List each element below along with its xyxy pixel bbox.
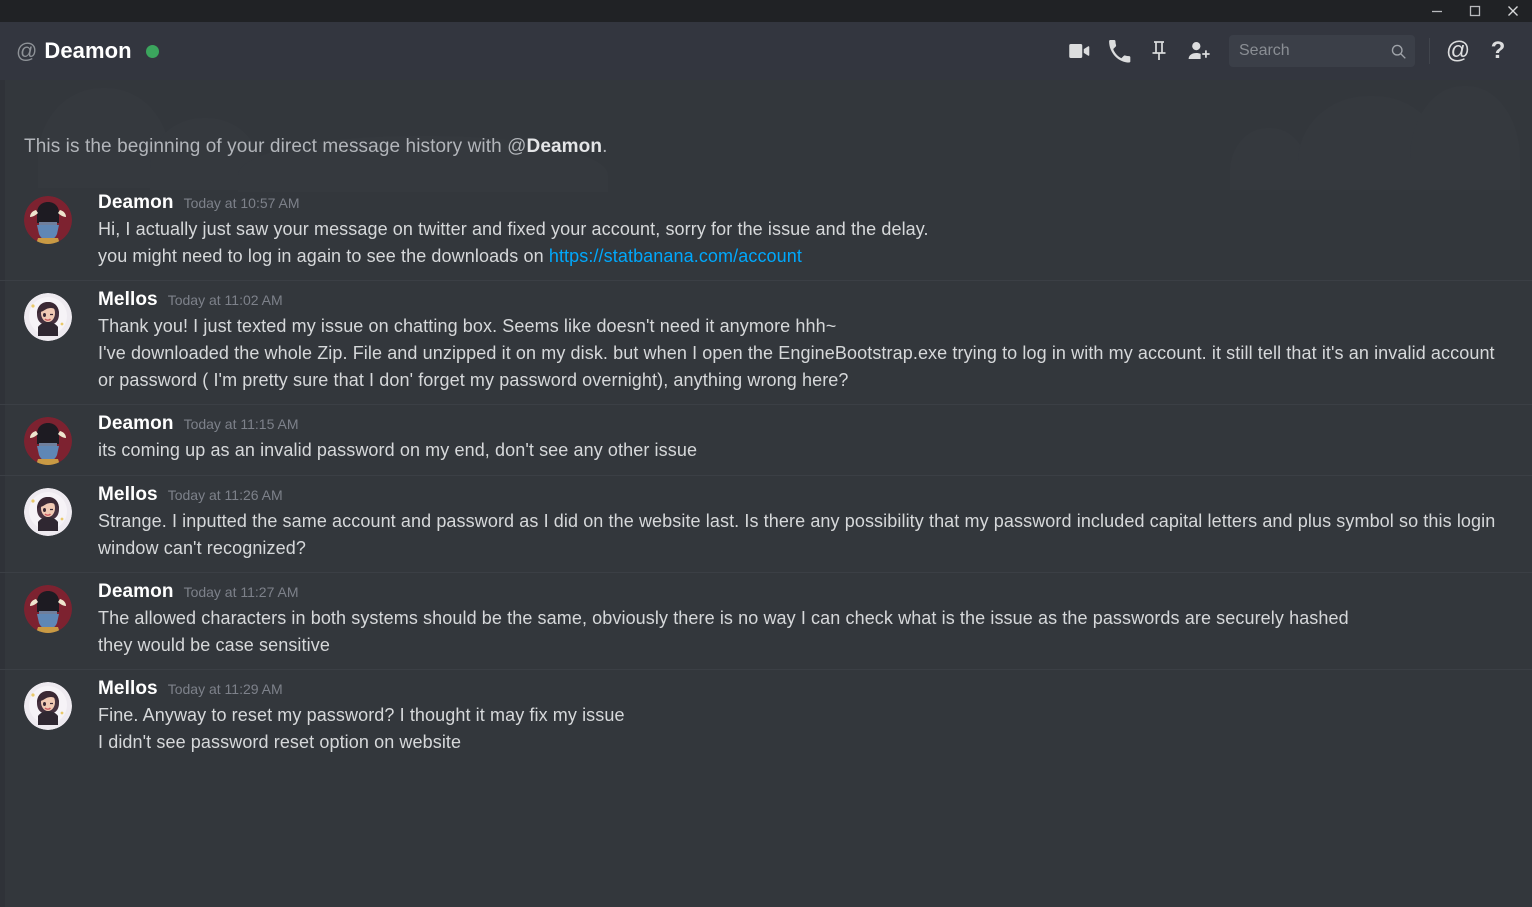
message-timestamp: Today at 11:29 AM — [167, 681, 283, 697]
avatar[interactable] — [24, 488, 72, 536]
avatar[interactable] — [24, 682, 72, 730]
message-timestamp: Today at 11:02 AM — [167, 292, 283, 308]
message-body: Mellos Today at 11:26 AM Strange. I inputt… — [98, 484, 1508, 562]
message-row: Deamon Today at 10:57 AM Hi, I actually ju… — [24, 192, 1508, 270]
message-timestamp: Today at 11:27 AM — [183, 584, 299, 600]
message-text-content: I didn't see password reset option on we… — [98, 732, 462, 752]
message-text: Thank you! I just texted my issue on cha… — [98, 313, 1508, 340]
message-text: they would be case sensitive — [98, 632, 1508, 659]
messages-container: Deamon Today at 10:57 AM Hi, I actually ju… — [0, 184, 1532, 766]
message-author[interactable]: Mellos — [98, 678, 158, 700]
message-text: I didn't see password reset option on we… — [98, 729, 1508, 756]
message-header: Mellos Today at 11:26 AM — [98, 484, 1508, 506]
message-group[interactable]: Mellos Today at 11:02 AM Thank you! I just… — [0, 280, 1532, 404]
background-decoration-left — [0, 80, 640, 192]
title-bar — [0, 0, 1532, 22]
message-text: its coming up as an invalid password on … — [98, 437, 1508, 464]
avatar[interactable] — [24, 293, 72, 341]
message-author[interactable]: Deamon — [98, 192, 174, 214]
message-text: I've downloaded the whole Zip. File and … — [98, 340, 1508, 394]
message-group[interactable]: Deamon Today at 11:27 AM The allowed chara… — [0, 572, 1532, 669]
message-row: Mellos Today at 11:26 AM Strange. I inputt… — [24, 484, 1508, 562]
minimize-button[interactable] — [1418, 0, 1456, 22]
message-text-content: I've downloaded the whole Zip. File and … — [98, 343, 1495, 390]
dm-intro-prefix: This is the beginning of your direct mes… — [24, 136, 527, 157]
message-author[interactable]: Deamon — [98, 581, 174, 603]
message-author[interactable]: Mellos — [98, 484, 158, 506]
message-text-content: Hi, I actually just saw your message on … — [98, 219, 929, 239]
message-header: Mellos Today at 11:29 AM — [98, 678, 1508, 700]
message-author[interactable]: Deamon — [98, 413, 174, 435]
mentions-icon[interactable]: @ — [1438, 31, 1478, 71]
message-text: you might need to log in again to see th… — [98, 243, 1508, 270]
message-text-content: The allowed characters in both systems s… — [98, 608, 1349, 628]
maximize-button[interactable] — [1456, 0, 1494, 22]
message-header: Mellos Today at 11:02 AM — [98, 289, 1508, 311]
message-row: Deamon Today at 11:27 AM The allowed chara… — [24, 581, 1508, 659]
message-group[interactable]: Mellos Today at 11:29 AM Fine. Anyway to r… — [0, 669, 1532, 766]
header-divider — [1429, 38, 1430, 64]
pin-icon[interactable] — [1139, 31, 1179, 71]
message-timestamp: Today at 11:15 AM — [183, 416, 299, 432]
message-header: Deamon Today at 11:15 AM — [98, 413, 1508, 435]
message-text-content: you might need to log in again to see th… — [98, 246, 549, 266]
message-group[interactable]: Mellos Today at 11:26 AM Strange. I inputt… — [0, 475, 1532, 572]
message-text-content: Fine. Anyway to reset my password? I tho… — [98, 705, 625, 725]
message-timestamp: Today at 11:26 AM — [167, 487, 283, 503]
message-body: Deamon Today at 10:57 AM Hi, I actually ju… — [98, 192, 1508, 270]
at-symbol-icon: @ — [16, 39, 38, 63]
help-icon[interactable]: ? — [1478, 31, 1518, 71]
online-status-dot — [145, 44, 159, 58]
dm-header: @ Deamon Search @ ? — [0, 22, 1532, 80]
video-call-icon[interactable] — [1059, 31, 1099, 71]
voice-call-icon[interactable] — [1099, 31, 1139, 71]
message-group[interactable]: Deamon Today at 11:15 AM its coming up as … — [0, 404, 1532, 475]
message-row: Mellos Today at 11:29 AM Fine. Anyway to r… — [24, 678, 1508, 756]
message-text-content: its coming up as an invalid password on … — [98, 440, 698, 460]
chat-window: @ Deamon Search @ ? This is the beginnin… — [0, 0, 1532, 907]
search-placeholder: Search — [1239, 42, 1290, 59]
message-body: Mellos Today at 11:29 AM Fine. Anyway to r… — [98, 678, 1508, 756]
message-text: The allowed characters in both systems s… — [98, 605, 1508, 632]
message-text-content: they would be case sensitive — [98, 635, 330, 655]
message-body: Deamon Today at 11:15 AM its coming up as … — [98, 413, 1508, 465]
background-decoration-right — [1202, 80, 1532, 190]
message-author[interactable]: Mellos — [98, 289, 158, 311]
close-button[interactable] — [1494, 0, 1532, 22]
message-link[interactable]: https://statbanana.com/account — [549, 246, 802, 266]
avatar[interactable] — [24, 196, 72, 244]
message-row: Mellos Today at 11:02 AM Thank you! I just… — [24, 289, 1508, 394]
message-body: Mellos Today at 11:02 AM Thank you! I just… — [98, 289, 1508, 394]
dm-intro-suffix: . — [602, 136, 608, 157]
avatar[interactable] — [24, 417, 72, 465]
message-header: Deamon Today at 11:27 AM — [98, 581, 1508, 603]
message-list[interactable]: This is the beginning of your direct mes… — [0, 80, 1532, 907]
add-friend-icon[interactable] — [1179, 31, 1219, 71]
dm-recipient-name: Deamon — [44, 38, 132, 63]
message-text: Strange. I inputted the same account and… — [98, 508, 1508, 562]
message-row: Deamon Today at 11:15 AM its coming up as … — [24, 413, 1508, 465]
message-text-content: Thank you! I just texted my issue on cha… — [98, 316, 837, 336]
message-text: Fine. Anyway to reset my password? I tho… — [98, 702, 1508, 729]
message-text: Hi, I actually just saw your message on … — [98, 216, 1508, 243]
dm-intro-name: Deamon — [526, 136, 603, 157]
search-icon — [1390, 43, 1407, 60]
dm-intro-text: This is the beginning of your direct mes… — [24, 136, 607, 158]
search-input[interactable]: Search — [1229, 35, 1415, 67]
avatar[interactable] — [24, 585, 72, 633]
message-text-content: Strange. I inputted the same account and… — [98, 511, 1496, 558]
message-body: Deamon Today at 11:27 AM The allowed chara… — [98, 581, 1508, 659]
message-group[interactable]: Deamon Today at 10:57 AM Hi, I actually ju… — [0, 184, 1532, 280]
message-header: Deamon Today at 10:57 AM — [98, 192, 1508, 214]
message-timestamp: Today at 10:57 AM — [183, 195, 300, 211]
